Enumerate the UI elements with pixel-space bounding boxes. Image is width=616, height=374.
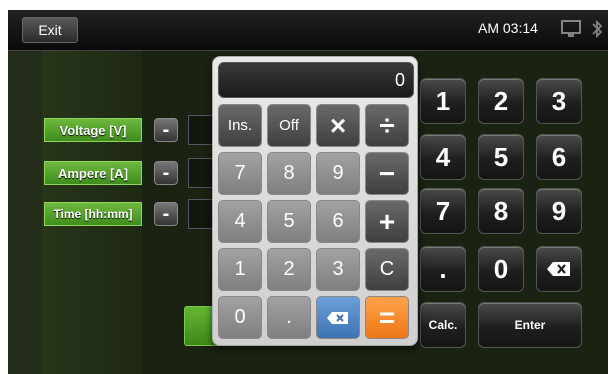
- keypad-key-7[interactable]: 7: [420, 188, 466, 234]
- field-label-time: Time [hh:mm]: [44, 202, 142, 226]
- calc-key-9[interactable]: 9: [316, 152, 360, 195]
- voltage-minus-button[interactable]: -: [154, 118, 178, 142]
- calc-divide-button[interactable]: ÷: [365, 104, 409, 147]
- calc-key-0[interactable]: 0: [218, 296, 262, 339]
- calc-key-8[interactable]: 8: [267, 152, 311, 195]
- bluetooth-icon: [592, 19, 603, 39]
- keypad-key-2[interactable]: 2: [478, 78, 524, 124]
- keypad-key-6[interactable]: 6: [536, 134, 582, 180]
- backspace-icon: [327, 311, 348, 324]
- calc-key-2[interactable]: 2: [267, 248, 311, 291]
- calc-key-6[interactable]: 6: [316, 200, 360, 243]
- backspace-icon: [547, 262, 570, 276]
- keypad-key-0[interactable]: 0: [478, 246, 524, 292]
- enter-button[interactable]: Enter: [478, 302, 582, 348]
- keypad-key-3[interactable]: 3: [536, 78, 582, 124]
- top-bar: Exit AM 03:14: [8, 10, 608, 51]
- exit-button[interactable]: Exit: [22, 17, 78, 43]
- calc-key-dot[interactable]: .: [267, 296, 311, 339]
- calc-off-button[interactable]: Off: [267, 104, 311, 147]
- left-panel: [8, 51, 42, 374]
- calculator-display: 0: [218, 62, 414, 98]
- keypad-key-4[interactable]: 4: [420, 134, 466, 180]
- monitor-icon: [561, 20, 581, 37]
- calc-key-3[interactable]: 3: [316, 248, 360, 291]
- calc-multiply-button[interactable]: ×: [316, 104, 360, 147]
- calc-equals-button[interactable]: =: [365, 296, 409, 339]
- keypad-key-dot[interactable]: .: [420, 246, 466, 292]
- calc-plus-button[interactable]: +: [365, 200, 409, 243]
- calculator-popup: 0 Ins. Off × ÷ 7 8 9 − 4 5 6 + 1 2 3 C 0…: [212, 56, 418, 346]
- calc-key-5[interactable]: 5: [267, 200, 311, 243]
- ampere-minus-button[interactable]: -: [154, 161, 178, 185]
- screen: Exit AM 03:14 Voltage [V] - Ampere [A] -…: [8, 10, 608, 374]
- keypad-key-9[interactable]: 9: [536, 188, 582, 234]
- keypad-key-5[interactable]: 5: [478, 134, 524, 180]
- calc-backspace-button[interactable]: [316, 296, 360, 339]
- field-label-voltage: Voltage [V]: [44, 118, 142, 142]
- calc-minus-button[interactable]: −: [365, 152, 409, 195]
- keypad-key-1[interactable]: 1: [420, 78, 466, 124]
- calc-button[interactable]: Calc.: [420, 302, 466, 348]
- keypad-key-8[interactable]: 8: [478, 188, 524, 234]
- calc-key-1[interactable]: 1: [218, 248, 262, 291]
- calc-key-4[interactable]: 4: [218, 200, 262, 243]
- clock: AM 03:14: [478, 20, 538, 36]
- calc-key-7[interactable]: 7: [218, 152, 262, 195]
- keypad-backspace-button[interactable]: [536, 246, 582, 292]
- calc-clear-button[interactable]: C: [365, 248, 409, 291]
- calc-ins-button[interactable]: Ins.: [218, 104, 262, 147]
- time-minus-button[interactable]: -: [154, 202, 178, 226]
- field-label-ampere: Ampere [A]: [44, 161, 142, 185]
